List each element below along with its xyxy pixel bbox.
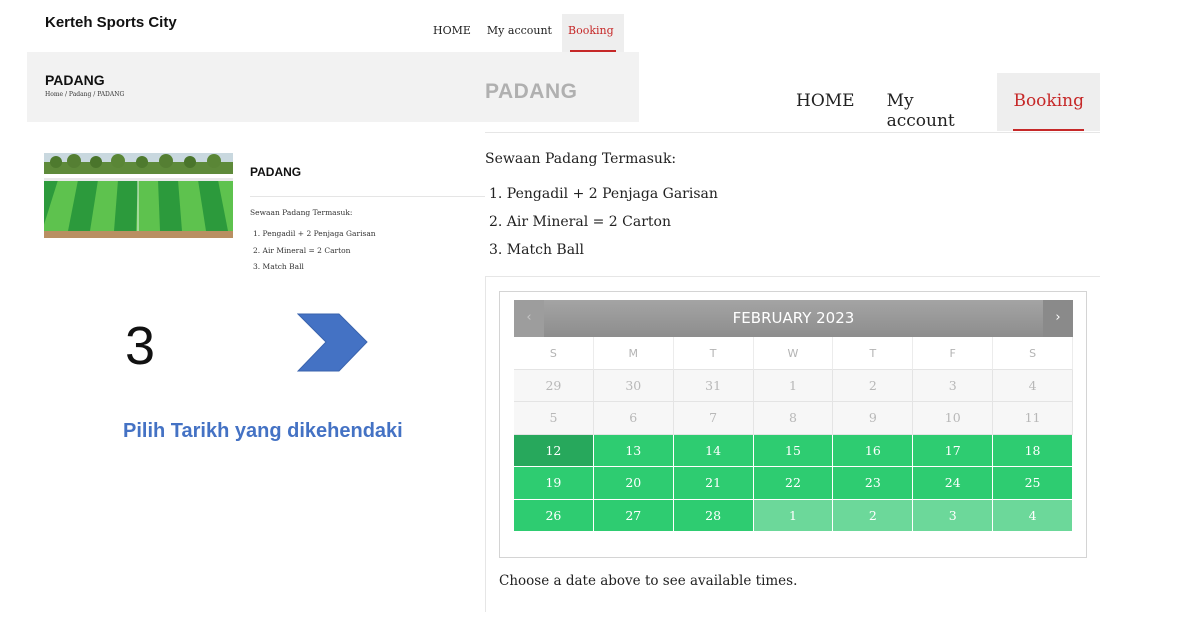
small-inclusion-list: 1. Pengadil + 2 Penjaga Garisan 2. Air M… [253,229,376,279]
weekday-header: T [833,337,914,370]
calendar-day[interactable]: 17 [913,434,994,468]
weekday-header: S [993,337,1073,370]
weekday-header: W [753,337,834,370]
calendar-day[interactable]: 24 [913,467,994,500]
nav-booking[interactable]: Booking [997,73,1100,131]
field-photo [44,153,233,238]
inclusion-list: 1. Pengadil + 2 Penjaga Garisan 2. Air M… [489,186,718,270]
calendar-day-disabled: 31 [673,370,754,403]
chevron-right-arrow-icon [296,313,369,377]
calendar-day[interactable]: 27 [593,499,674,532]
calendar-day-disabled: 30 [593,370,674,403]
calendar-day[interactable]: 25 [993,467,1073,500]
instruction-text: Pilih Tarikh yang dikehendaki [123,420,403,442]
divider [485,132,1100,133]
calendar-day[interactable]: 3 [913,499,994,532]
nav-my-account[interactable]: My account [871,73,998,131]
booking-page-zoomed: PADANG HOME My account Booking Sewaan Pa… [485,72,1100,612]
divider [485,276,1100,277]
calendar-day[interactable]: 4 [993,499,1073,532]
calendar-day-disabled: 3 [913,370,994,403]
calendar-grid: S M T W T F S 29 30 31 1 2 3 4 5 6 7 8 9 10 11 12 13 14 15 16 17 18… [514,337,1073,532]
small-nav-my-account[interactable]: My account [481,14,562,52]
calendar-day[interactable]: 19 [514,467,594,500]
list-item: 2. Air Mineral = 2 Carton [253,245,351,255]
small-intro-text: Sewaan Padang Termasuk: [250,208,353,217]
calendar-day[interactable]: 2 [833,499,914,532]
small-nav-booking[interactable]: Booking [561,14,624,52]
calendar-header: ‹ FEBRUARY 2023 › [514,300,1073,337]
weekday-header: T [673,337,754,370]
calendar-day-disabled: 5 [514,402,594,435]
site-brand[interactable]: Kerteh Sports City [45,14,177,31]
list-item: 3. Match Ball [489,242,585,258]
small-page-title: PADANG [45,72,105,88]
calendar-day[interactable]: 18 [993,434,1073,468]
next-month-icon[interactable]: › [1043,300,1073,337]
calendar-day[interactable]: 12 [514,434,594,468]
calendar-day-disabled: 29 [514,370,594,403]
calendar-day[interactable]: 26 [514,499,594,532]
list-item: 3. Match Ball [253,262,304,271]
calendar-day[interactable]: 15 [753,434,834,468]
calendar-day-disabled: 9 [833,402,914,435]
list-item: 1. Pengadil + 2 Penjaga Garisan [489,186,718,202]
calendar-day[interactable]: 21 [673,467,754,500]
divider [485,277,486,612]
calendar-day[interactable]: 20 [593,467,674,500]
calendar-day-disabled: 8 [753,402,834,435]
calendar-day[interactable]: 1 [753,499,834,532]
calendar-day[interactable]: 13 [593,434,674,468]
small-nav-home[interactable]: HOME [427,14,481,52]
hint-text: Choose a date above to see available tim… [499,573,798,589]
small-nav: HOME My account Booking [427,14,624,52]
month-label: FEBRUARY 2023 [732,309,855,327]
nav-home[interactable]: HOME [780,73,871,131]
calendar-day-disabled: 10 [913,402,994,435]
calendar-day-disabled: 1 [753,370,834,403]
step-number: 3 [125,316,156,376]
calendar-day[interactable]: 28 [673,499,754,532]
calendar-day[interactable]: 14 [673,434,754,468]
calendar-container: ‹ FEBRUARY 2023 › S M T W T F S 29 30 31 1 2 3 4 5 6 7 8 9… [499,291,1087,558]
weekday-header: F [913,337,994,370]
calendar-day[interactable]: 23 [833,467,914,500]
calendar-day-disabled: 11 [993,402,1073,435]
calendar-day-disabled: 4 [993,370,1073,403]
calendar-day-disabled: 2 [833,370,914,403]
main-nav: HOME My account Booking [780,73,1100,131]
intro-text: Sewaan Padang Termasuk: [485,151,677,167]
breadcrumb[interactable]: Home / Padang / PADANG [45,91,124,98]
weekday-header: M [593,337,674,370]
weekday-header: S [514,337,594,370]
divider [250,196,485,197]
calendar-day-disabled: 6 [593,402,674,435]
list-item: 1. Pengadil + 2 Penjaga Garisan [253,229,376,238]
calendar-day-disabled: 7 [673,402,754,435]
date-picker: ‹ FEBRUARY 2023 › S M T W T F S 29 30 31 1 2 3 4 5 6 7 8 9… [514,300,1073,532]
calendar-day[interactable]: 22 [753,467,834,500]
list-item: 2. Air Mineral = 2 Carton [489,214,671,230]
calendar-day[interactable]: 16 [833,434,914,468]
page-title: PADANG [485,80,578,103]
prev-month-icon[interactable]: ‹ [514,300,544,337]
small-side-title: PADANG [250,165,302,179]
